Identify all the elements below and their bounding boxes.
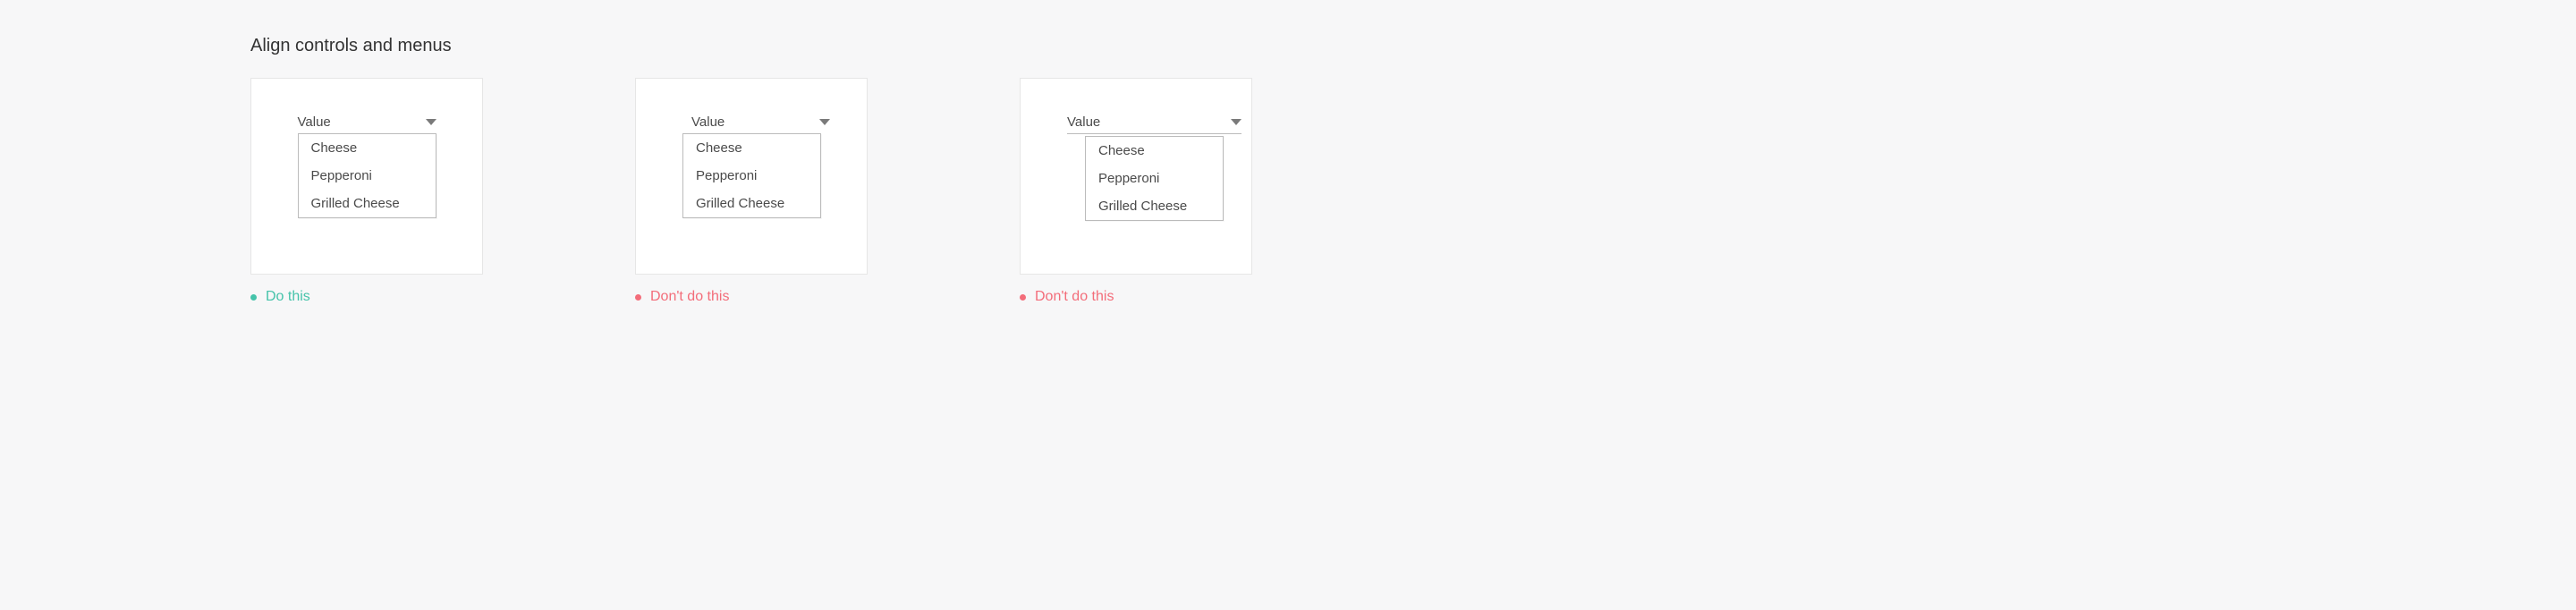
menu-item[interactable]: Grilled Cheese: [683, 190, 820, 217]
example-card: Value Cheese Pepperoni Grilled Cheese: [635, 78, 868, 275]
example-card: Value Cheese Pepperoni Grilled Cheese: [1020, 78, 1252, 275]
menu-item[interactable]: Grilled Cheese: [299, 190, 436, 217]
caption-text: Don't do this: [1035, 289, 1114, 305]
dropdown-label-row: Value: [298, 114, 436, 131]
dropdown-menu: Cheese Pepperoni Grilled Cheese: [298, 133, 436, 218]
dropdown-menu: Cheese Pepperoni Grilled Cheese: [1085, 136, 1224, 221]
status-dot-icon: [1020, 294, 1026, 301]
dropdown-control[interactable]: Value Cheese Pepperoni Grilled Cheese: [1067, 114, 1241, 221]
dropdown-label-row: Value: [691, 114, 830, 131]
example-dont-offset: Value Cheese Pepperoni Grilled Cheese Do…: [635, 78, 868, 305]
menu-item[interactable]: Cheese: [299, 134, 436, 162]
menu-item[interactable]: Cheese: [1086, 137, 1223, 165]
menu-item[interactable]: Pepperoni: [1086, 165, 1223, 192]
example-card: Value Cheese Pepperoni Grilled Cheese: [250, 78, 483, 275]
dropdown-control[interactable]: Value Cheese Pepperoni Grilled Cheese: [298, 114, 436, 218]
menu-item[interactable]: Pepperoni: [299, 162, 436, 190]
dropdown-label-row: Value: [1067, 114, 1241, 134]
caption-text: Do this: [266, 289, 310, 305]
menu-item[interactable]: Cheese: [683, 134, 820, 162]
dropdown-label: Value: [1067, 114, 1100, 130]
caret-down-icon: [426, 119, 436, 125]
dropdown-label: Value: [298, 114, 331, 130]
section-title: Align controls and menus: [250, 36, 2326, 56]
caption-do: Do this: [250, 289, 483, 305]
example-dont-wide: Value Cheese Pepperoni Grilled Cheese Do…: [1020, 78, 1252, 305]
dropdown-control[interactable]: Value Cheese Pepperoni Grilled Cheese: [691, 114, 830, 218]
dropdown-label: Value: [691, 114, 724, 130]
caption-text: Don't do this: [650, 289, 729, 305]
dropdown-menu: Cheese Pepperoni Grilled Cheese: [682, 133, 821, 218]
menu-item[interactable]: Pepperoni: [683, 162, 820, 190]
status-dot-icon: [250, 294, 257, 301]
menu-item[interactable]: Grilled Cheese: [1086, 192, 1223, 220]
examples-row: Value Cheese Pepperoni Grilled Cheese Do…: [250, 78, 2326, 305]
example-do: Value Cheese Pepperoni Grilled Cheese Do…: [250, 78, 483, 305]
caption-dont: Don't do this: [1020, 289, 1252, 305]
caret-down-icon: [1231, 119, 1241, 125]
status-dot-icon: [635, 294, 641, 301]
caption-dont: Don't do this: [635, 289, 868, 305]
caret-down-icon: [819, 119, 830, 125]
